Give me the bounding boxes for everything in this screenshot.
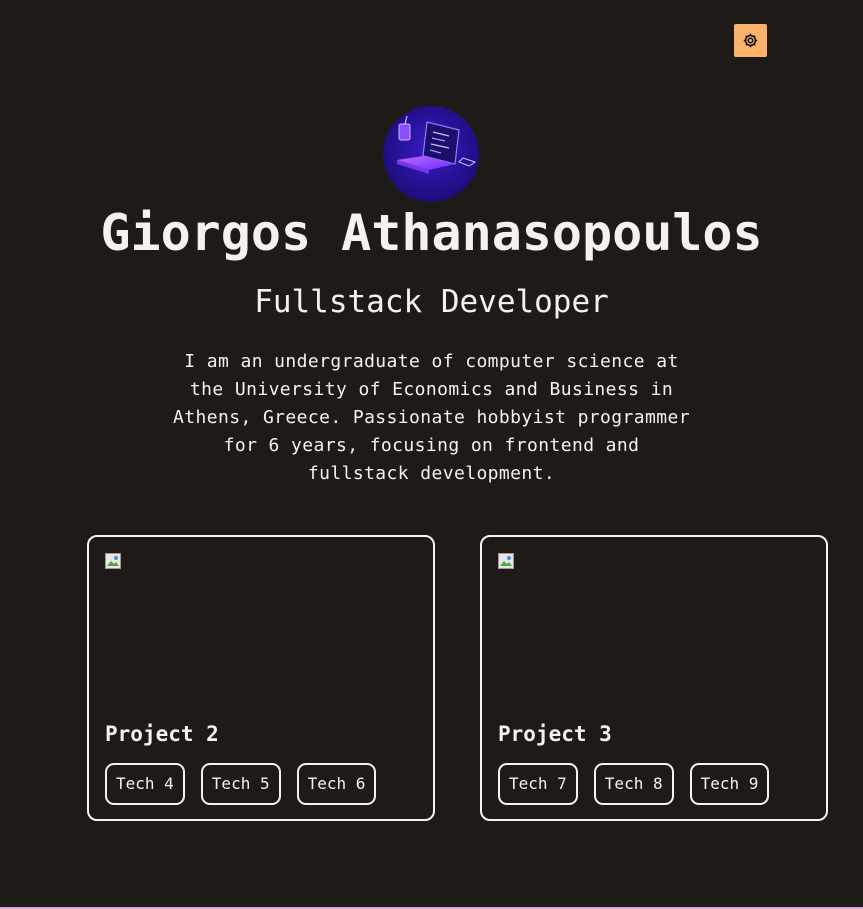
avatar (383, 106, 479, 202)
project-title: Project 2 (105, 722, 219, 746)
project-card-3[interactable]: Project 3 Tech 7 Tech 8 Tech 9 (480, 535, 828, 821)
project-title: Project 3 (498, 722, 612, 746)
tech-tag[interactable]: Tech 7 (498, 763, 578, 805)
broken-image-icon (105, 553, 121, 569)
tech-tag[interactable]: Tech 4 (105, 763, 185, 805)
project-tags: Tech 4 Tech 5 Tech 6 (105, 763, 377, 805)
laptop-illustration-icon (397, 115, 477, 174)
job-title: Fullstack Developer (254, 284, 609, 320)
tech-tag[interactable]: Tech 8 (593, 763, 674, 805)
tech-tag[interactable]: Tech 9 (689, 763, 770, 805)
bio-text: I am an undergraduate of computer scienc… (173, 351, 690, 484)
tech-tag[interactable]: Tech 6 (296, 763, 377, 805)
tech-tag[interactable]: Tech 5 (200, 763, 281, 805)
theme-toggle-button[interactable] (734, 24, 767, 57)
project-tags: Tech 7 Tech 8 Tech 9 (498, 763, 770, 805)
page-title: Giorgos Athanasopoulos (100, 204, 763, 262)
broken-image-icon (498, 553, 514, 569)
gear-icon (743, 33, 758, 48)
project-card-2[interactable]: Project 2 Tech 4 Tech 5 Tech 6 (87, 535, 435, 821)
